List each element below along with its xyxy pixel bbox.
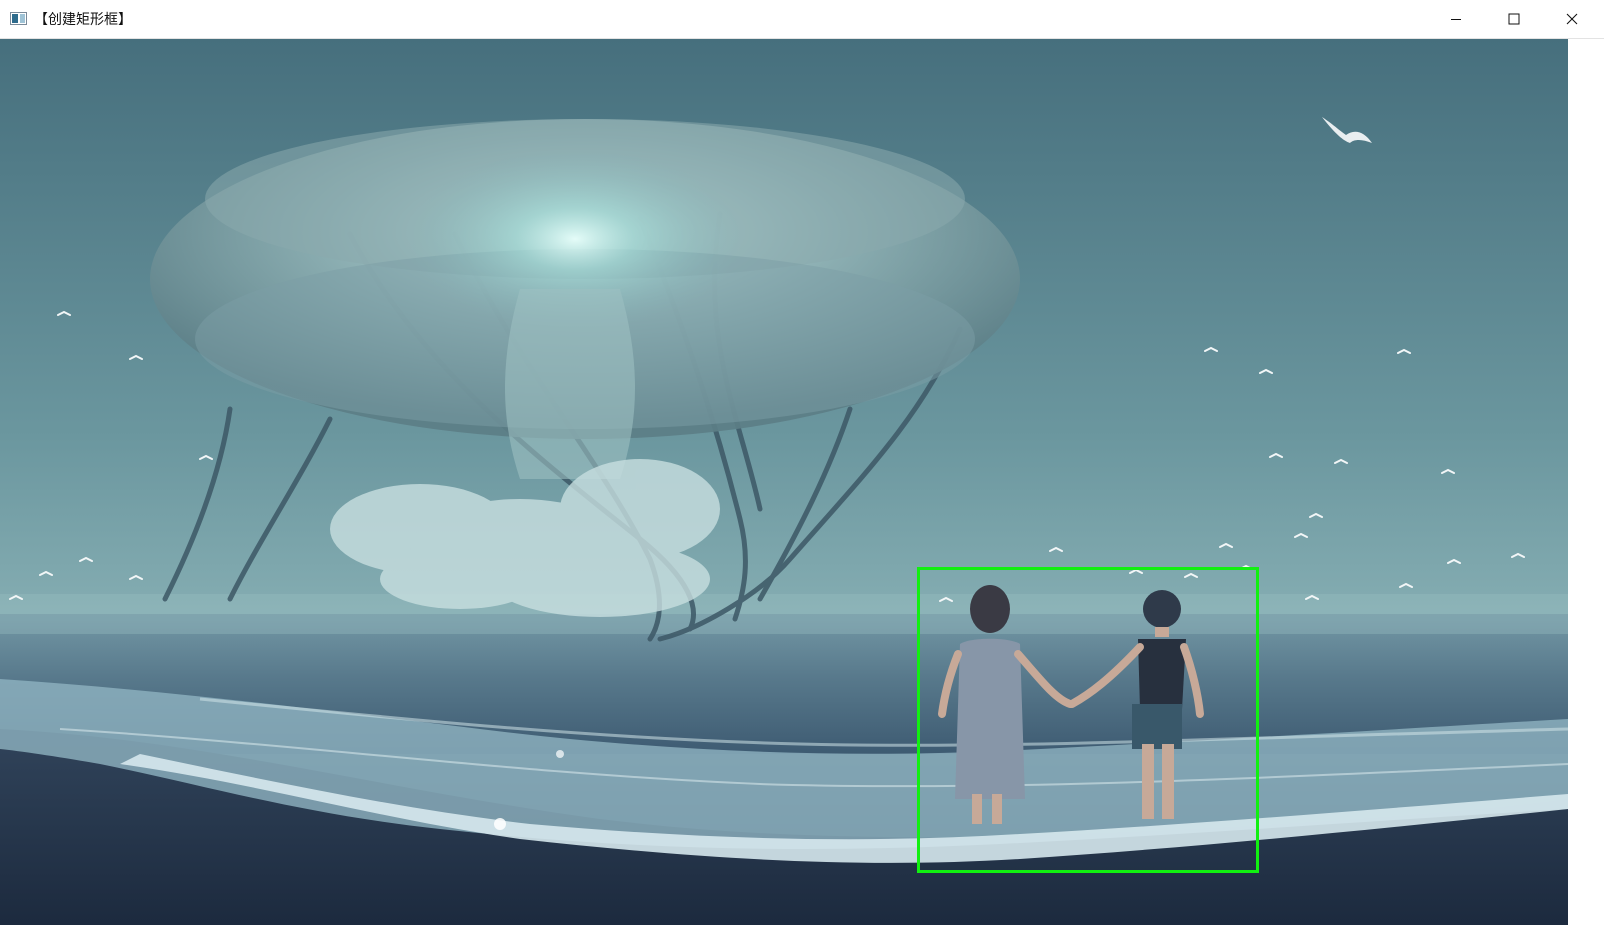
title-bar[interactable]: 【创建矩形框】 [0,0,1604,39]
image-canvas[interactable] [0,39,1568,925]
close-icon [1566,13,1578,25]
scene-image [0,39,1568,925]
selection-rectangle[interactable] [917,567,1259,873]
app-window: 【创建矩形框】 [0,0,1604,946]
minimize-icon [1451,19,1461,20]
app-icon [10,12,27,25]
window-margin-bottom [0,925,1604,946]
window-title: 【创建矩形框】 [34,12,132,28]
maximize-button[interactable] [1485,0,1543,38]
minimize-button[interactable] [1427,0,1485,38]
window-margin-right [1568,39,1604,925]
maximize-icon [1508,13,1520,25]
close-button[interactable] [1543,0,1601,38]
